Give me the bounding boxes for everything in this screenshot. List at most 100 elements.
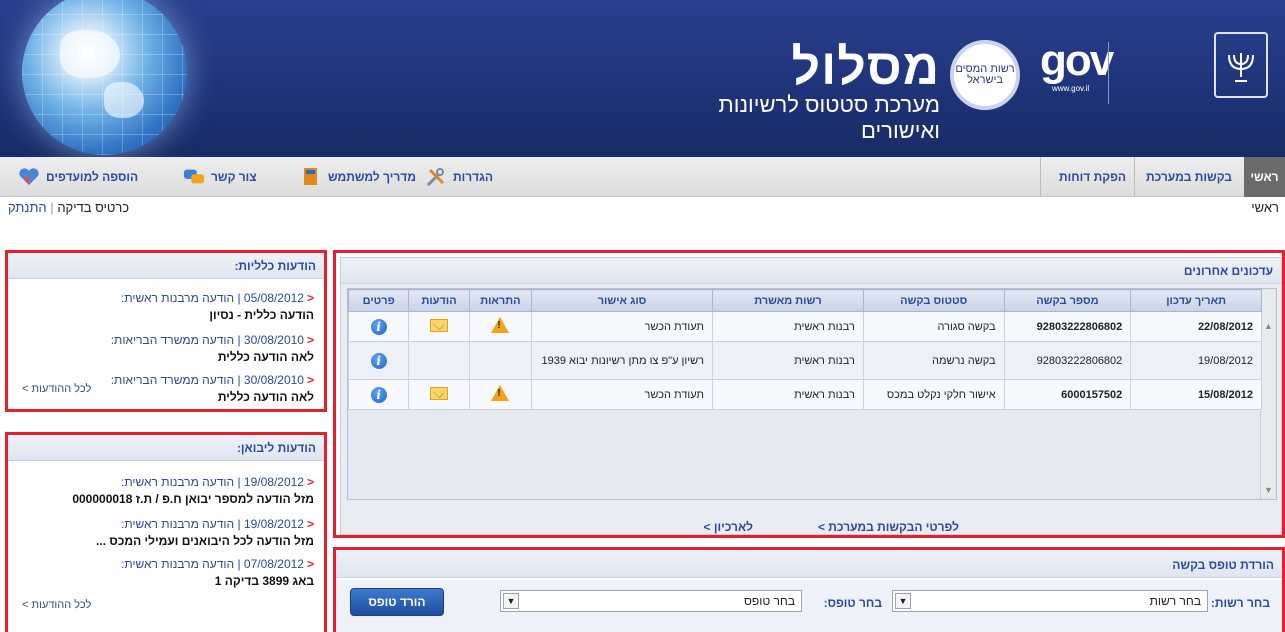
cell-approval-type: תעודת הכשר <box>531 379 714 410</box>
updates-table: תאריך עדכון מספר בקשה סטטוס בקשה רשות מא… <box>347 289 1262 410</box>
cell-alert: ! <box>468 311 533 342</box>
col-request-number[interactable]: מספר בקשה <box>1003 289 1132 312</box>
all-messages-link[interactable]: לכל ההודעות > <box>22 599 91 611</box>
message-meta[interactable]: 19/08/2012 | הודעה מרבנות ראשית: <box>121 475 304 489</box>
nav-requests[interactable]: בקשות במערכת <box>1134 157 1238 197</box>
cell-request-number: 92803222806802 <box>1003 341 1132 380</box>
col-request-status[interactable]: סטטוס בקשה <box>862 289 1005 312</box>
message-meta[interactable]: 30/08/2010 | הודעה ממשרד הבריאות: <box>111 373 304 387</box>
form-download-panel: הורדת טופס בקשה בחר רשות: בחר רשות ▼ בחר… <box>333 547 1285 632</box>
cell-request-number: 92803222806802 <box>1003 311 1132 342</box>
general-messages-panel: הודעות כלליות: <05/08/2012 | הודעה מרבנו… <box>5 250 327 412</box>
warning-icon[interactable]: ! <box>491 385 510 401</box>
info-icon[interactable]: i <box>370 318 387 335</box>
request-details-link[interactable]: לפרטי הבקשות במערכת > <box>818 520 959 534</box>
table-row[interactable]: 22/08/2012 92803222806802 בקשה סגורה רבנ… <box>347 311 1262 342</box>
heart-icon <box>18 166 40 188</box>
cell-authority: רבנות ראשית <box>712 379 864 410</box>
message-meta[interactable]: 30/08/2010 | הודעה ממשרד הבריאות: <box>111 333 304 347</box>
envelope-icon[interactable] <box>430 386 449 400</box>
authority-select-label: בחר רשות: <box>1210 596 1270 610</box>
contact-link[interactable]: צור קשר <box>183 157 257 197</box>
message-item[interactable]: <30/08/2010 | הודעה ממשרד הבריאות: לאה ה… <box>111 373 314 404</box>
chevron-down-icon[interactable]: ▼ <box>895 593 911 609</box>
scroll-up-icon[interactable]: ▲ <box>1261 319 1276 333</box>
cell-status: בקשה סגורה <box>862 311 1005 342</box>
user-name: כרטיס בדיקה <box>57 200 130 215</box>
form-select-label: בחר טופס: <box>823 596 882 610</box>
col-approval-type[interactable]: סוג אישור <box>531 289 714 312</box>
cell-approval-type: רשיון ע"פ צו מתן רשיונות יבוא 1939 <box>531 341 714 380</box>
cell-message <box>408 379 470 410</box>
cell-approval-type: תעודת הכשר <box>531 311 714 342</box>
col-approving-authority[interactable]: רשות מאשרת <box>712 289 864 312</box>
col-messages[interactable]: הודעות <box>408 289 470 312</box>
col-alerts[interactable]: התראות <box>468 289 533 312</box>
info-icon[interactable]: i <box>370 386 387 403</box>
cell-date: 15/08/2012 <box>1130 379 1262 410</box>
breadcrumb[interactable]: ראשי <box>1251 200 1279 215</box>
site-header: מסלול מערכת סטטוס לרשיונות ואישורים רשות… <box>0 0 1285 157</box>
message-item[interactable]: <07/08/2012 | הודעה מרבנות ראשית: באג 38… <box>121 557 314 588</box>
logout-link[interactable]: התנתק <box>8 200 47 215</box>
form-select[interactable]: בחר טופס ▼ <box>500 590 802 612</box>
favorites-label: הוספה למועדפים <box>46 170 139 184</box>
message-item[interactable]: <05/08/2012 | הודעה מרבנות ראשית: הודעה … <box>121 291 314 322</box>
cell-status: בקשה נרשמה <box>862 341 1005 380</box>
message-text: לאה הודעה כללית <box>217 350 314 364</box>
scroll-down-icon[interactable]: ▼ <box>1261 483 1276 497</box>
cell-details: i <box>347 311 410 342</box>
envelope-icon[interactable] <box>430 318 449 332</box>
nav-reports[interactable]: הפקת דוחות <box>1040 157 1132 197</box>
authority-select-value: בחר רשות <box>1149 594 1201 608</box>
message-item[interactable]: <19/08/2012 | הודעה מרבנות ראשית: מזל הו… <box>72 475 314 506</box>
message-text: מזל הודעה לכל היבואנים ועמילי המכס ... <box>96 534 314 548</box>
all-messages-link[interactable]: לכל ההודעות > <box>22 383 91 395</box>
chat-bubbles-icon <box>183 166 205 188</box>
message-item[interactable]: <30/08/2010 | הודעה ממשרד הבריאות: לאה ה… <box>111 333 314 364</box>
message-meta[interactable]: 05/08/2012 | הודעה מרבנות ראשית: <box>121 291 304 305</box>
download-form-button[interactable]: הורד טופס <box>350 588 444 616</box>
updates-links: לפרטי הבקשות במערכת > לארכיון > <box>341 520 1281 538</box>
info-icon[interactable]: i <box>370 352 387 369</box>
tools-icon <box>425 166 447 188</box>
table-row[interactable]: 19/08/2012 92803222806802 בקשה נרשמה רבנ… <box>347 341 1262 380</box>
col-update-date[interactable]: תאריך עדכון <box>1130 289 1262 312</box>
grid-scrollbar[interactable]: ▲ ▼ <box>1260 289 1276 499</box>
settings-link[interactable]: הגדרות <box>425 157 493 197</box>
message-meta[interactable]: 19/08/2012 | הודעה מרבנות ראשית: <box>121 517 304 531</box>
table-row[interactable]: 15/08/2012 6000157502 אישור חלקי נקלט במ… <box>347 379 1262 410</box>
recent-updates-panel: עדכונים אחרונים ▲ ▼ תאריך עדכון מספר בקש… <box>333 250 1285 538</box>
archive-link[interactable]: לארכיון > <box>704 520 753 534</box>
tax-authority-logo: רשות המסים בישראל <box>950 40 1020 110</box>
chevron-down-icon[interactable]: ▼ <box>503 593 519 609</box>
cell-status: אישור חלקי נקלט במכס <box>862 379 1005 410</box>
message-text: באג 3899 בדיקה 1 <box>214 574 314 588</box>
nav-home[interactable]: ראשי <box>1244 157 1285 197</box>
app-subtitle: מערכת סטטוס לרשיונות ואישורים <box>718 92 940 143</box>
message-item[interactable]: <19/08/2012 | הודעה מרבנות ראשית: מזל הו… <box>96 517 314 548</box>
message-text: לאה הודעה כללית <box>217 390 314 404</box>
cell-alert <box>468 341 533 380</box>
cell-details: i <box>347 379 410 410</box>
message-meta[interactable]: 07/08/2012 | הודעה מרבנות ראשית: <box>121 557 304 571</box>
authority-select[interactable]: בחר רשות ▼ <box>892 590 1208 612</box>
settings-label: הגדרות <box>453 170 493 184</box>
user-guide-link[interactable]: מדריך למשתמש <box>300 157 416 197</box>
contact-label: צור קשר <box>211 170 257 184</box>
cell-message <box>408 311 470 342</box>
cell-details: i <box>347 341 410 380</box>
cell-request-number: 6000157502 <box>1003 379 1132 410</box>
form-select-value: בחר טופס <box>744 594 795 608</box>
sub-bar: ראשי כרטיס בדיקה | התנתק <box>0 198 1285 218</box>
user-guide-label: מדריך למשתמש <box>328 170 416 184</box>
add-favorites-link[interactable]: הוספה למועדפים <box>18 157 138 197</box>
nav-bar: ראשי בקשות במערכת הפקת דוחות הגדרות מדרי… <box>0 157 1285 197</box>
message-text: מזל הודעה למספר יבואן ח.פ / ת.ז 00000001… <box>72 492 314 506</box>
menorah-emblem-icon <box>1214 32 1268 98</box>
warning-icon[interactable]: ! <box>491 317 510 333</box>
cell-date: 19/08/2012 <box>1130 341 1262 380</box>
gov-url: www.gov.il <box>1052 84 1090 93</box>
col-details[interactable]: פרטים <box>347 289 410 312</box>
table-header-row: תאריך עדכון מספר בקשה סטטוס בקשה רשות מא… <box>347 289 1262 312</box>
